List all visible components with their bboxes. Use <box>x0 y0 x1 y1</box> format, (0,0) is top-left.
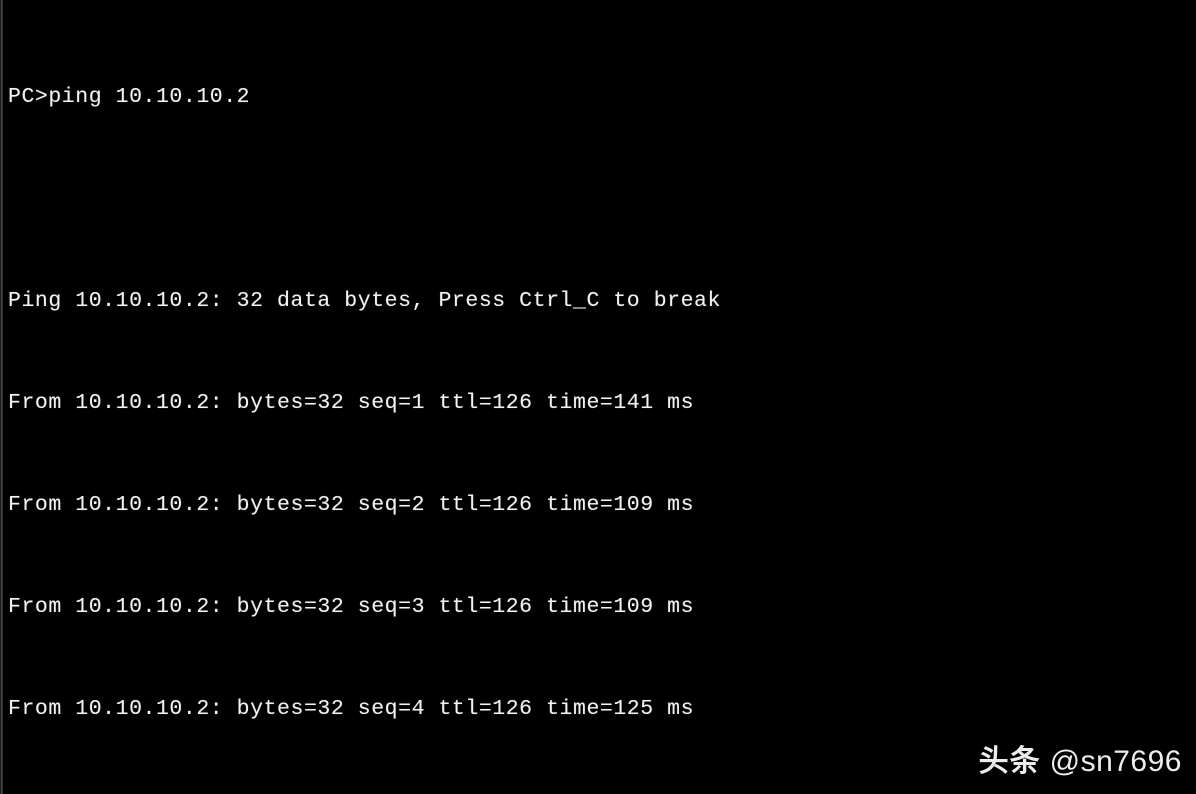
window-left-border <box>0 0 3 794</box>
terminal-line: PC>ping 10.10.10.2 <box>8 85 251 109</box>
terminal-output[interactable]: PC>ping 10.10.10.2 Ping 10.10.10.2: 32 d… <box>8 12 1188 794</box>
terminal-line: From 10.10.10.2: bytes=32 seq=4 ttl=126 … <box>8 697 695 721</box>
terminal-line: Ping 10.10.10.2: 32 data bytes, Press Ct… <box>8 289 721 313</box>
watermark-handle: @sn7696 <box>1049 745 1182 778</box>
terminal-window: PC>ping 10.10.10.2 Ping 10.10.10.2: 32 d… <box>0 0 1196 794</box>
terminal-line: From 10.10.10.2: bytes=32 seq=1 ttl=126 … <box>8 391 695 415</box>
watermark-logo: 头条 <box>978 745 1041 778</box>
terminal-line: From 10.10.10.2: bytes=32 seq=3 ttl=126 … <box>8 595 695 619</box>
watermark: 头条 @sn7696 <box>979 736 1182 780</box>
terminal-line: From 10.10.10.2: bytes=32 seq=2 ttl=126 … <box>8 493 695 517</box>
